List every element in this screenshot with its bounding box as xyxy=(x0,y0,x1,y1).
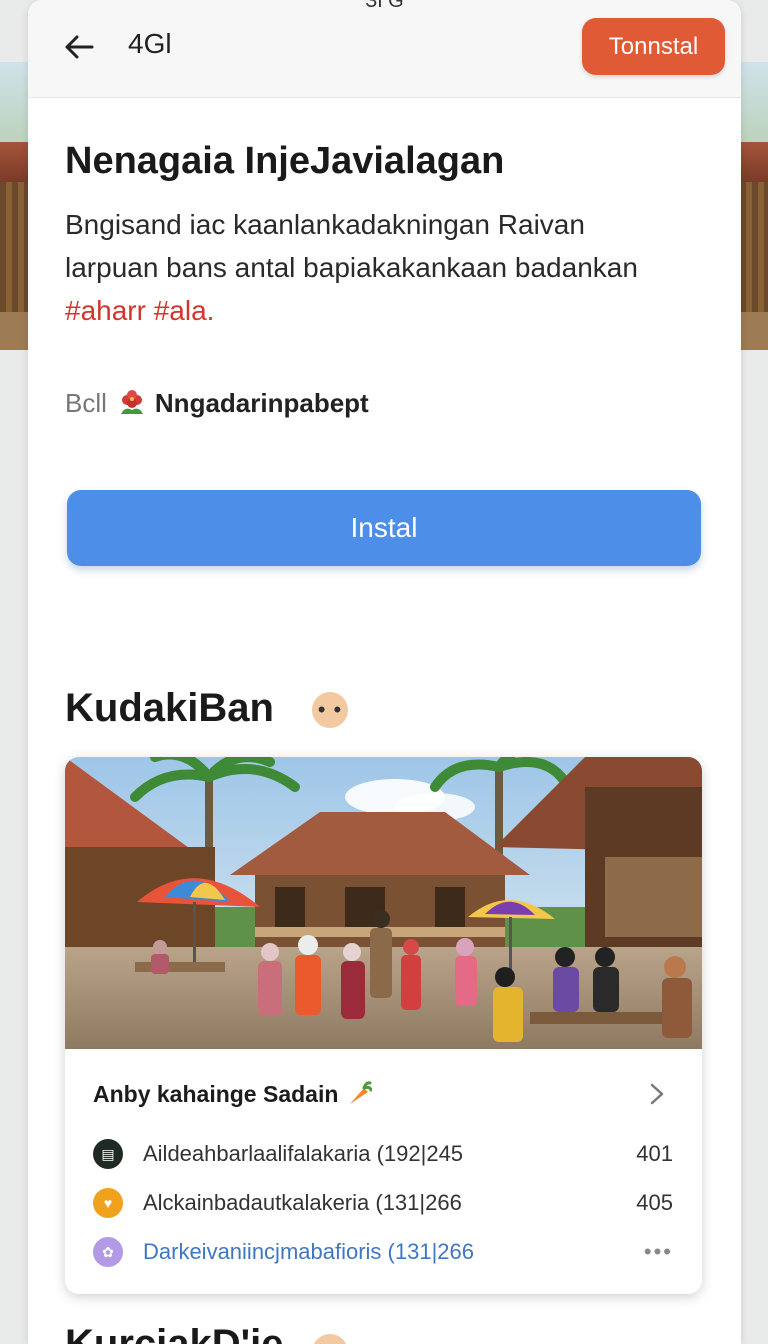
back-arrow-icon[interactable] xyxy=(62,30,96,64)
description-line: larpuan bans antal bapiakakankaan badank… xyxy=(65,252,638,283)
app-name: Nenagaia InjeJavialagan xyxy=(65,140,505,182)
background-photo-left xyxy=(0,62,28,350)
developer-row[interactable]: Bcll Nngadarinpabept xyxy=(65,385,369,421)
app-detail-sheet: 4Gl Tonnstal ЗГG Nenagaia InjeJavialagan… xyxy=(28,0,741,1344)
app-bar-title: 4Gl xyxy=(128,28,172,59)
background-photo-right xyxy=(740,62,768,350)
list-item[interactable]: ▤ Aildeahbarlaalifalakaria (192|245 401 xyxy=(93,1137,673,1171)
description-tags[interactable]: #aharr #ala. xyxy=(65,289,715,332)
chevron-right-icon[interactable] xyxy=(646,1081,668,1107)
app-description: Bngisand iac kaanlankadakningan Raivan l… xyxy=(65,203,715,332)
list-item-value: 401 xyxy=(636,1141,673,1166)
village-gathering-photo xyxy=(65,757,702,1049)
list-item-value: 405 xyxy=(636,1190,673,1215)
card-heading-text: Anby kahainge Sadain xyxy=(93,1080,339,1107)
more-dots-icon[interactable] xyxy=(312,1334,348,1344)
more-dots-icon[interactable]: ••• xyxy=(644,1239,673,1265)
purple-badge-icon: ✿ xyxy=(93,1237,123,1267)
top-install-button[interactable]: Tonnstal xyxy=(582,18,725,75)
install-button[interactable]: Instal xyxy=(67,490,701,566)
developer-prefix: Bcll xyxy=(65,387,107,418)
list-item[interactable]: ✿ Darkeivaniincjmabafioris (131|266 ••• xyxy=(93,1235,673,1269)
section-title: KudakiBan xyxy=(65,686,274,730)
status-bar-text: ЗГG xyxy=(365,0,404,12)
community-card[interactable]: Anby kahainge Sadain ▤ Aildeahbarlaalifa… xyxy=(65,757,702,1294)
list-item-link[interactable]: Darkeivaniincjmabafioris (131|266 xyxy=(143,1239,644,1265)
list-item-text: Aildeahbarlaalifalakaria (192|245 xyxy=(143,1141,464,1166)
list-item[interactable]: ♥ Alckainbadautkalakeria (131|266 405 xyxy=(93,1186,673,1220)
heart-face-icon: ♥ xyxy=(93,1188,123,1218)
card-heading[interactable]: Anby kahainge Sadain xyxy=(93,1077,373,1111)
app-bar: 4Gl Tonnstal xyxy=(28,0,741,98)
dark-badge-icon: ▤ xyxy=(93,1139,123,1169)
description-line: Bngisand iac kaanlankadakningan Raivan xyxy=(65,209,585,240)
carrot-icon xyxy=(350,1081,373,1104)
flower-icon xyxy=(120,390,143,414)
next-section-title: KurciakD'ie xyxy=(65,1322,284,1344)
developer-name: Nngadarinpabept xyxy=(154,387,369,418)
more-dots-icon[interactable]: • • xyxy=(312,692,348,728)
list-item-text: Alckainbadautkalakeria (131|266 xyxy=(143,1190,462,1215)
